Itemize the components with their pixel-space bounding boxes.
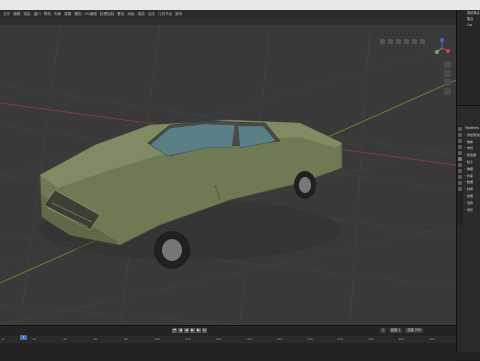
output-tab-icon[interactable]: [458, 139, 462, 143]
scene-tab-icon[interactable]: [458, 145, 462, 149]
playback-button[interactable]: ▶: [196, 328, 201, 333]
properties-row[interactable]: 物理: [464, 166, 480, 173]
zoom-icon[interactable]: [444, 61, 451, 68]
physics-tab-icon[interactable]: [458, 169, 462, 173]
properties-row[interactable]: 纹理: [464, 193, 480, 200]
move-icon[interactable]: [388, 39, 393, 44]
navigation-gizmo[interactable]: [432, 37, 452, 59]
menu-item[interactable]: 雕刻: [74, 12, 81, 17]
properties-tabs: [457, 125, 463, 225]
render-tab-icon[interactable]: [458, 133, 462, 137]
end-frame-value: 250: [414, 328, 421, 332]
ruler-tick-label: 100: [154, 337, 161, 341]
playback-button[interactable]: ◀: [184, 328, 189, 333]
playback-button[interactable]: ⏮: [172, 328, 177, 333]
menu-item[interactable]: 文件: [3, 12, 10, 17]
pan-icon[interactable]: [444, 70, 451, 77]
properties-row[interactable]: 添加修改器: [464, 132, 480, 139]
ruler-tick-label: 260: [398, 337, 405, 341]
shading-material-icon[interactable]: [420, 39, 425, 44]
overlay-icon[interactable]: [396, 39, 401, 44]
viewport-header-icons: [380, 39, 425, 44]
ruler-tick-label: 80: [124, 337, 128, 341]
viewport-grid: [0, 25, 456, 325]
properties-row[interactable]: 材质: [464, 186, 480, 193]
properties-row[interactable]: 布线: [464, 145, 480, 152]
material-tab-icon[interactable]: [458, 187, 462, 191]
outliner-row[interactable]: Car: [457, 22, 480, 28]
properties-row[interactable]: 物体: [464, 139, 480, 146]
current-frame-field[interactable]: 1: [380, 328, 387, 333]
menu-item[interactable]: 编辑: [13, 12, 20, 17]
right-side-panel: 场景集合集合Car Modifiers 添加修改器物体布线修改器粒子物理约束数据材…: [456, 10, 480, 360]
properties-row[interactable]: 数据: [464, 179, 480, 186]
menu-item[interactable]: 合成: [148, 12, 155, 17]
ruler-tick-label: 280: [429, 337, 435, 341]
menu-item[interactable]: 帮助: [44, 12, 51, 17]
camera-icon[interactable]: [444, 79, 451, 86]
frame-range-fields: 1 起始 1 结束 250: [380, 328, 423, 333]
world-tab-icon[interactable]: [458, 151, 462, 155]
ruler-tick-label: 20: [32, 337, 37, 341]
app-menu-bar: 文件 编辑 渲染 窗口 帮助 布局 建模 雕刻 UV编辑 纹理绘制 着色 动画 渲染 合成 几何节点 脚本: [0, 10, 456, 18]
ruler-tick-label: 140: [215, 337, 222, 341]
modifier-tab-icon[interactable]: [458, 157, 462, 161]
menu-item[interactable]: UV编辑: [85, 12, 97, 17]
select-icon[interactable]: [380, 39, 385, 44]
menu-item[interactable]: 着色: [117, 12, 124, 17]
viewport-nav-buttons: [444, 61, 452, 97]
data-tab-icon[interactable]: [458, 181, 462, 185]
properties-editor: Modifiers 添加修改器物体布线修改器粒子物理约束数据材质纹理世界场景: [457, 125, 480, 345]
3d-viewport[interactable]: [0, 25, 456, 325]
particles-tab-icon[interactable]: [458, 163, 462, 167]
menu-item[interactable]: 几何节点: [158, 12, 172, 17]
start-frame-value: 1: [398, 328, 401, 332]
ruler-tick-label: 40: [63, 337, 67, 341]
timeline-controls: ⏮ ◀ ◀ ▶ ▶ ⏭ 1 起始 1 结束 250: [0, 327, 456, 335]
properties-row[interactable]: 约束: [464, 173, 480, 180]
menu-item[interactable]: 渲染: [138, 12, 145, 17]
ruler-tick-label: 120: [185, 337, 191, 341]
end-frame-field[interactable]: 结束 250: [405, 328, 423, 333]
ruler-tick-label: 220: [337, 337, 344, 341]
ruler-tick-label: 0: [2, 337, 4, 341]
viewport-toolbar: [0, 18, 456, 25]
menu-item[interactable]: 布局: [54, 12, 61, 17]
menu-item[interactable]: 窗口: [34, 12, 41, 17]
ruler-tick-label: 60: [93, 337, 98, 341]
playback-button[interactable]: ⏭: [202, 328, 207, 333]
playback-controls: ⏮ ◀ ◀ ▶ ▶ ⏭: [172, 328, 207, 333]
menu-item[interactable]: 动画: [127, 12, 134, 17]
timeline-ruler[interactable]: 0 20 40 60 80 100 120 140 160 180 200 220 240 260 280: [0, 336, 456, 343]
shading-solid-icon[interactable]: [412, 39, 417, 44]
properties-row[interactable]: 修改器: [464, 152, 480, 159]
properties-row[interactable]: 场景: [464, 207, 480, 214]
menu-item[interactable]: 建模: [64, 12, 71, 17]
perspective-toggle-icon[interactable]: [444, 88, 451, 95]
menu-item[interactable]: 脚本: [175, 12, 182, 17]
xray-icon[interactable]: [404, 39, 409, 44]
start-frame-label: 起始: [391, 328, 398, 332]
start-frame-field[interactable]: 起始 1: [389, 328, 403, 333]
ruler-tick-label: 180: [276, 337, 283, 341]
ruler-tick-label: 160: [246, 337, 252, 341]
end-frame-label: 结束: [407, 328, 414, 332]
playback-button[interactable]: ▶: [190, 328, 195, 333]
properties-list: Modifiers 添加修改器物体布线修改器粒子物理约束数据材质纹理世界场景: [464, 125, 480, 213]
os-title-bar: [0, 0, 480, 10]
playhead[interactable]: 1: [20, 335, 27, 340]
menu-item[interactable]: 纹理绘制: [100, 12, 114, 17]
outliner[interactable]: 场景集合 集合 Car: [457, 10, 480, 106]
car-model[interactable]: [39, 119, 343, 269]
menu-item[interactable]: 渲染: [23, 12, 30, 17]
constraints-tab-icon[interactable]: [458, 175, 462, 179]
ruler-tick-label: 240: [368, 337, 374, 341]
properties-header: Modifiers: [465, 126, 480, 130]
properties-row[interactable]: 世界: [464, 200, 480, 207]
playback-button[interactable]: ◀: [178, 328, 183, 333]
ruler-tick-label: 200: [307, 337, 313, 341]
properties-row[interactable]: 粒子: [464, 159, 480, 166]
tool-tab-icon[interactable]: [458, 127, 462, 131]
status-bar: [0, 352, 480, 360]
